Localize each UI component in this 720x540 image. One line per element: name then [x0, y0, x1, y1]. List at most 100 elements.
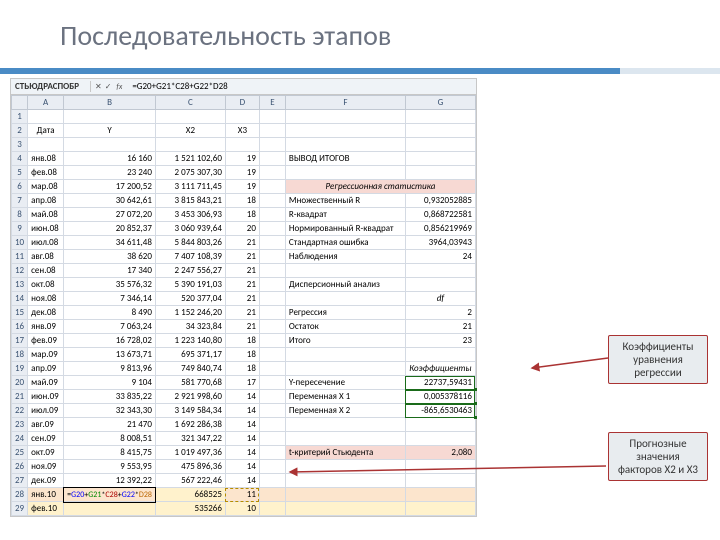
cell[interactable]: 18	[225, 334, 259, 348]
cell[interactable]	[285, 166, 405, 180]
cell[interactable]: 4	[12, 152, 28, 166]
cell[interactable]	[259, 208, 285, 222]
cell[interactable]: 567 222,46	[155, 474, 225, 488]
cell[interactable]: 33 835,22	[64, 390, 156, 404]
cell[interactable]: 3964,03943	[405, 236, 475, 250]
cell[interactable]	[259, 362, 285, 376]
grid[interactable]: ABCDEFG 12ДатаYX2X334янв.0816 1601 521 1…	[11, 95, 476, 516]
cell[interactable]: Y-пересечение	[285, 376, 405, 390]
cell[interactable]: 14	[12, 292, 28, 306]
cell[interactable]: янв.10	[28, 488, 64, 502]
cell[interactable]: 1 223 140,80	[155, 334, 225, 348]
cell[interactable]: 21	[12, 390, 28, 404]
cell[interactable]: 29	[12, 502, 28, 516]
cell[interactable]: 0,005378116	[405, 390, 475, 404]
cell[interactable]: -865,6530463	[405, 404, 475, 418]
cell[interactable]: 8 490	[64, 306, 156, 320]
cell[interactable]: 9	[12, 222, 28, 236]
cell[interactable]: мар.08	[28, 180, 64, 194]
cell[interactable]	[405, 418, 475, 432]
cell[interactable]: 8	[12, 208, 28, 222]
cell[interactable]: 5 390 191,03	[155, 278, 225, 292]
cell[interactable]: 7 407 108,39	[155, 250, 225, 264]
cell[interactable]: 0,868722581	[405, 208, 475, 222]
cell[interactable]	[259, 124, 285, 138]
cell[interactable]: 21	[225, 236, 259, 250]
cell[interactable]	[259, 306, 285, 320]
cell[interactable]: янв.09	[28, 320, 64, 334]
cell[interactable]: 9 813,96	[64, 362, 156, 376]
cell[interactable]	[225, 110, 259, 124]
cell[interactable]: 12 392,22	[64, 474, 156, 488]
name-box[interactable]: СТЬЮДРАСПОБР	[11, 81, 91, 92]
cell[interactable]	[259, 390, 285, 404]
cell[interactable]: 2	[12, 124, 28, 138]
cell[interactable]	[405, 152, 475, 166]
cell[interactable]: 23 240	[64, 166, 156, 180]
cell[interactable]	[285, 362, 405, 376]
cell[interactable]	[405, 166, 475, 180]
cell[interactable]: 13 673,71	[64, 348, 156, 362]
cell[interactable]: 23	[405, 334, 475, 348]
cell[interactable]: 17	[225, 376, 259, 390]
cell[interactable]: 11	[225, 488, 259, 502]
cell[interactable]: 10	[12, 236, 28, 250]
cell[interactable]: X2	[155, 124, 225, 138]
cell[interactable]: 2 075 307,30	[155, 166, 225, 180]
cell[interactable]: 0,856219969	[405, 222, 475, 236]
cell[interactable]	[285, 138, 405, 152]
cell[interactable]: 21	[225, 250, 259, 264]
cell[interactable]: 1 019 497,36	[155, 446, 225, 460]
cell[interactable]: 3 453 306,93	[155, 208, 225, 222]
cell[interactable]	[259, 180, 285, 194]
cell[interactable]: 21	[225, 306, 259, 320]
cell[interactable]: 7 063,24	[64, 320, 156, 334]
cell[interactable]: 15	[12, 306, 28, 320]
cell[interactable]: 10	[225, 502, 259, 516]
cell[interactable]	[259, 292, 285, 306]
cell[interactable]: 38 620	[64, 250, 156, 264]
cell[interactable]: 3	[12, 138, 28, 152]
cell[interactable]	[259, 502, 285, 516]
cell[interactable]	[259, 404, 285, 418]
cell[interactable]	[285, 264, 405, 278]
cell[interactable]: 2,080	[405, 446, 475, 460]
cell[interactable]: df	[405, 292, 475, 306]
cell[interactable]: 14	[225, 390, 259, 404]
cell[interactable]: Наблюдения	[285, 250, 405, 264]
select-all-corner[interactable]	[12, 96, 28, 110]
cell[interactable]	[405, 432, 475, 446]
cell[interactable]: 20	[225, 222, 259, 236]
cell[interactable]	[259, 474, 285, 488]
cell[interactable]: 18	[12, 348, 28, 362]
cell[interactable]	[285, 348, 405, 362]
cell[interactable]: сен.09	[28, 432, 64, 446]
cell[interactable]: дек.09	[28, 474, 64, 488]
cell[interactable]	[64, 138, 156, 152]
cell[interactable]: 13	[12, 278, 28, 292]
cell[interactable]	[285, 502, 405, 516]
cell[interactable]: 321 347,22	[155, 432, 225, 446]
cell[interactable]: 3 149 584,34	[155, 404, 225, 418]
cell[interactable]: 3 815 843,21	[155, 194, 225, 208]
cell[interactable]: сен.08	[28, 264, 64, 278]
cell[interactable]: 22737,59431	[405, 376, 475, 390]
col-header-C[interactable]: C	[155, 96, 225, 110]
cell[interactable]: 14	[225, 404, 259, 418]
cell[interactable]: июл.09	[28, 404, 64, 418]
cell[interactable]: 17 200,52	[64, 180, 156, 194]
cell[interactable]: 9 104	[64, 376, 156, 390]
cell[interactable]	[405, 278, 475, 292]
cell[interactable]: 14	[225, 432, 259, 446]
cell[interactable]	[285, 432, 405, 446]
cell[interactable]	[155, 110, 225, 124]
cell[interactable]: апр.08	[28, 194, 64, 208]
cell[interactable]: 19	[12, 362, 28, 376]
cell[interactable]	[155, 138, 225, 152]
cell[interactable]: 23	[12, 418, 28, 432]
cell[interactable]: 14	[225, 418, 259, 432]
col-header-E[interactable]: E	[259, 96, 285, 110]
cell[interactable]: 32 343,30	[64, 404, 156, 418]
cell[interactable]: 16	[12, 320, 28, 334]
cell[interactable]: Регрессия	[285, 306, 405, 320]
